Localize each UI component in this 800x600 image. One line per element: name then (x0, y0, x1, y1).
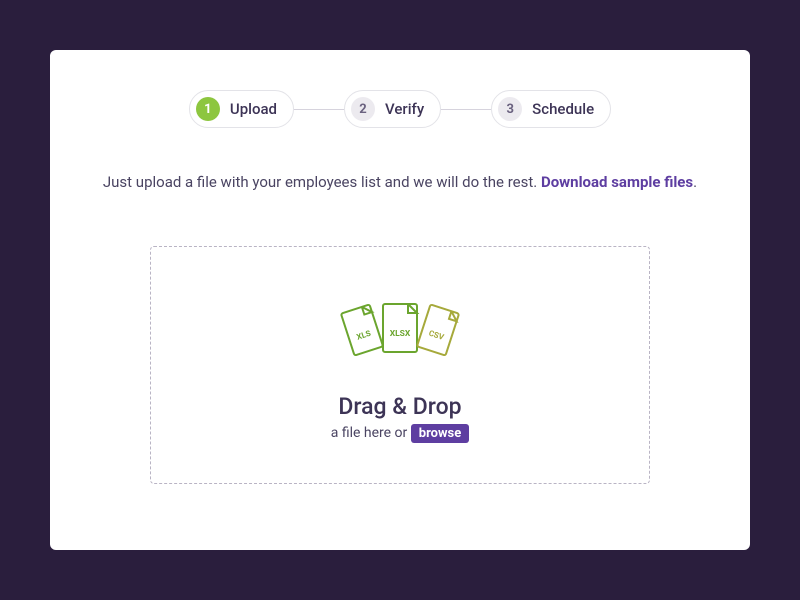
download-sample-link[interactable]: Download sample files (541, 173, 693, 191)
step-label: Schedule (532, 100, 594, 118)
file-ext-xlsx: XLSX (390, 329, 411, 339)
instructions-plain: Just upload a file with your employees l… (103, 173, 541, 191)
step-number: 3 (498, 97, 522, 121)
step-connector (441, 109, 491, 110)
file-types-icon: XLS XLSX CSV (330, 295, 470, 365)
dropzone-subtitle: a file here or browse (171, 424, 629, 443)
dropzone-sub-prefix: a file here or (331, 425, 411, 441)
step-number: 1 (196, 97, 220, 121)
step-upload[interactable]: 1 Upload (189, 90, 294, 128)
instructions-text: Just upload a file with your employees l… (80, 173, 720, 191)
step-number: 2 (351, 97, 375, 121)
instructions-period: . (693, 173, 697, 191)
step-label: Verify (385, 100, 424, 118)
upload-card: 1 Upload 2 Verify 3 Schedule Just upload… (50, 50, 750, 550)
stepper: 1 Upload 2 Verify 3 Schedule (80, 90, 720, 128)
step-schedule[interactable]: 3 Schedule (491, 90, 611, 128)
dropzone-title: Drag & Drop (171, 393, 629, 420)
browse-button[interactable]: browse (411, 424, 469, 443)
step-verify[interactable]: 2 Verify (344, 90, 441, 128)
step-label: Upload (230, 100, 277, 118)
file-dropzone[interactable]: XLS XLSX CSV Drag & Drop a file here or … (150, 246, 650, 484)
step-connector (294, 109, 344, 110)
